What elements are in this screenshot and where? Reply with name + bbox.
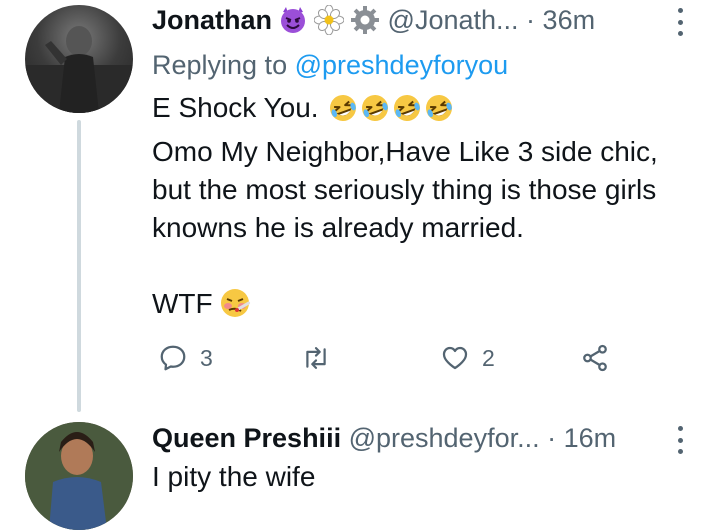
user-handle[interactable]: @Jonath... <box>388 5 519 35</box>
separator-dot: · <box>547 423 557 453</box>
tweet-text-line2: Omo My Neighbor,Have Like 3 side chic, <box>152 136 658 167</box>
reply-button[interactable]: 3 <box>158 343 213 373</box>
laughing-emoji-group <box>326 92 454 123</box>
like-button[interactable]: 2 <box>440 343 495 373</box>
user-handle[interactable]: @preshdeyfor... <box>349 423 540 453</box>
timestamp[interactable]: 16m <box>564 423 617 453</box>
share-icon <box>580 343 610 373</box>
replying-to: Replying to @preshdeyforyou <box>152 50 508 81</box>
separator-dot: · <box>526 5 536 35</box>
replying-to-mention[interactable]: @preshdeyforyou <box>295 50 509 80</box>
tweet-text: I pity the wife <box>152 461 316 492</box>
more-options-icon[interactable] <box>678 8 684 36</box>
retweet-icon <box>300 343 332 373</box>
reply-icon <box>158 343 188 373</box>
timestamp[interactable]: 36m <box>543 5 596 35</box>
gear-emoji-icon <box>350 5 380 43</box>
rolling-laughing-emoji-icon <box>392 93 422 133</box>
tweet-header: Queen Preshiii @preshdeyfor... · 16m <box>152 421 616 455</box>
smiling-imp-emoji-icon <box>278 5 308 43</box>
tweet-text-line5: WTF <box>152 285 251 329</box>
replying-to-label: Replying to <box>152 50 288 80</box>
tweet-text-line: E Shock You. <box>152 89 454 133</box>
rolling-laughing-emoji-icon <box>328 93 358 133</box>
avatar-jonathan[interactable] <box>25 5 133 113</box>
tweet-text-line3: but the most seriously thing is those gi… <box>152 174 657 205</box>
tweet-text-line4: knowns he is already married. <box>152 212 524 243</box>
rolling-laughing-emoji-icon <box>360 93 390 133</box>
retweet-button[interactable] <box>300 343 332 373</box>
share-button[interactable] <box>580 343 610 373</box>
reply-count: 3 <box>200 344 213 371</box>
like-count: 2 <box>482 344 495 371</box>
tweet-header: Jonathan @Jonath... · 36m <box>152 3 595 43</box>
thread-line <box>77 120 81 412</box>
tweet-actions: 3 2 <box>152 343 632 381</box>
display-name[interactable]: Jonathan <box>152 5 272 35</box>
tweet-text-wtf: WTF <box>152 288 213 319</box>
rolling-laughing-emoji-icon <box>424 93 454 133</box>
display-name[interactable]: Queen Preshiii <box>152 423 341 453</box>
heart-icon <box>440 343 470 373</box>
more-options-icon[interactable] <box>678 426 684 454</box>
avatar-queen-preshiii[interactable] <box>25 422 133 530</box>
face-with-thermometer-emoji-icon <box>219 287 251 329</box>
flower-emoji-icon <box>313 4 345 43</box>
tweet-text-line1: E Shock You. <box>152 92 319 123</box>
